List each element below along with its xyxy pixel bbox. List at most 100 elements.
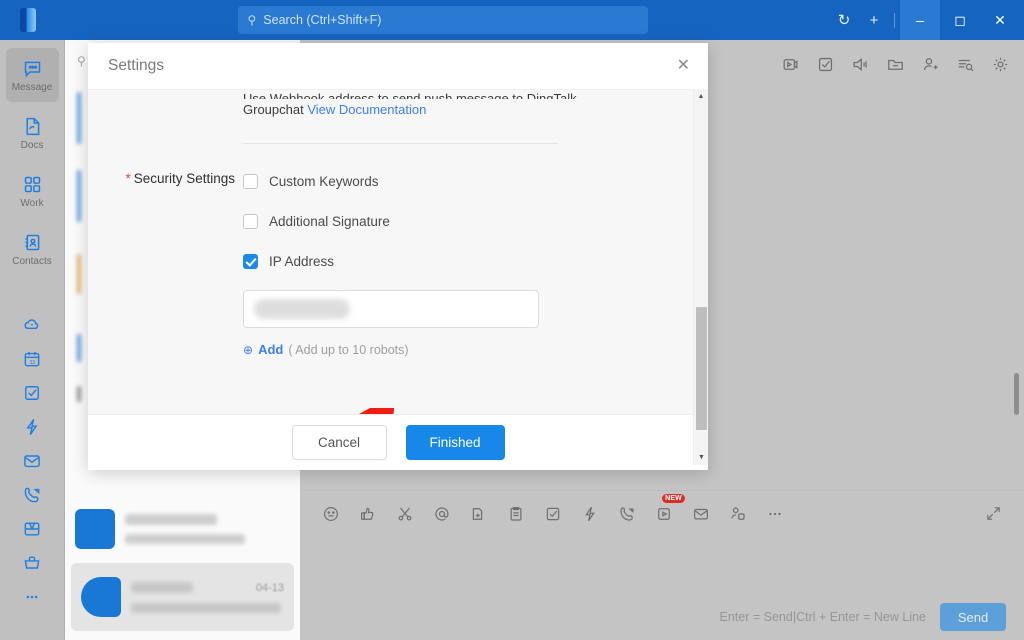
plus-circle-icon[interactable]: ⊕ xyxy=(243,343,253,357)
name-redacted xyxy=(125,514,217,525)
clipboard-icon[interactable] xyxy=(507,505,525,523)
task-check-icon[interactable] xyxy=(816,55,835,74)
label-custom-keywords: Custom Keywords xyxy=(269,174,379,189)
new-badge: NEW xyxy=(662,493,685,503)
add-person-icon[interactable] xyxy=(921,55,940,74)
ip-value-redacted xyxy=(254,299,350,319)
composer-toolbar: NEW xyxy=(300,490,1024,536)
calendar-icon[interactable]: 11 xyxy=(9,342,55,376)
dialog-footer: Cancel Finished xyxy=(88,414,708,470)
sidebar-item-docs[interactable]: Docs xyxy=(6,106,59,160)
preview-redacted xyxy=(131,602,281,613)
label-additional-signature: Additional Signature xyxy=(269,214,390,229)
option-additional-signature[interactable]: Additional Signature xyxy=(243,210,686,233)
lightning-icon[interactable] xyxy=(9,410,55,444)
add-button[interactable]: Add xyxy=(258,342,283,357)
add-robot-row: ⊕ Add ( Add up to 10 robots) xyxy=(243,342,686,357)
sidebar-label-docs: Docs xyxy=(20,139,44,151)
checkbox-ip-address[interactable] xyxy=(243,254,258,269)
close-icon[interactable]: ✕ xyxy=(677,58,690,74)
history-icon[interactable]: ↻ xyxy=(829,5,859,35)
section-divider xyxy=(243,143,558,144)
titlebar-actions: ↻ + – ◻ ✕ xyxy=(829,0,1024,40)
list-item-date: 04-13 xyxy=(255,581,284,594)
thumbs-up-icon[interactable] xyxy=(359,505,377,523)
search-input[interactable]: ⚲ Search (Ctrl+Shift+F) xyxy=(237,6,648,34)
option-custom-keywords[interactable]: Custom Keywords xyxy=(243,170,686,193)
minimize-icon[interactable]: – xyxy=(900,0,940,40)
sidebar-label-message: Message xyxy=(11,81,53,93)
mention-icon[interactable] xyxy=(433,505,451,523)
description-line-2: Groupchat View Documentation xyxy=(243,99,686,121)
composer-footer: Enter = Send|Ctrl + Enter = New Line Sen… xyxy=(300,594,1024,640)
briefcase-icon[interactable] xyxy=(9,546,55,580)
cloud-icon[interactable] xyxy=(9,308,55,342)
dialog-scroll-content: Use Webhook address to send push message… xyxy=(88,90,686,357)
left-nav-rail: Message Docs Work Contacts 11 xyxy=(0,40,65,640)
sidebar-label-contacts: Contacts xyxy=(12,255,52,267)
message-scrollbar[interactable] xyxy=(1014,373,1019,415)
red-arrow-icon xyxy=(341,408,394,414)
group-icon[interactable] xyxy=(729,505,747,523)
list-item-row xyxy=(125,514,290,525)
view-documentation-link[interactable]: View Documentation xyxy=(307,102,426,117)
drive-icon[interactable] xyxy=(9,512,55,546)
add-note: ( Add up to 10 robots) xyxy=(288,342,409,357)
list-item[interactable] xyxy=(65,495,300,563)
expand-icon[interactable] xyxy=(985,505,1002,522)
task-check-icon[interactable] xyxy=(9,376,55,410)
cancel-button[interactable]: Cancel xyxy=(291,425,387,460)
svg-text:11: 11 xyxy=(30,360,36,366)
task-check-icon[interactable] xyxy=(544,505,562,523)
sidebar-item-message[interactable]: Message xyxy=(5,48,59,102)
search-list-icon[interactable] xyxy=(956,55,975,74)
maximize-icon[interactable]: ◻ xyxy=(940,0,980,40)
caret-down-icon[interactable]: ▼ xyxy=(694,450,709,465)
security-options: Custom Keywords Additional Signature IP … xyxy=(243,170,686,357)
message-input[interactable] xyxy=(300,536,1024,594)
sidebar-item-contacts[interactable]: Contacts xyxy=(6,222,59,276)
plus-icon[interactable]: + xyxy=(859,5,889,35)
finished-button[interactable]: Finished xyxy=(405,425,505,460)
work-grid-icon xyxy=(22,174,43,195)
scissors-icon[interactable] xyxy=(396,505,414,523)
file-add-icon[interactable] xyxy=(470,505,488,523)
video-play-icon[interactable]: NEW xyxy=(655,493,685,523)
caret-up-icon[interactable]: ▲ xyxy=(694,89,708,104)
send-button[interactable]: Send xyxy=(940,603,1006,631)
preview-redacted xyxy=(125,534,245,544)
phone-call-icon[interactable] xyxy=(618,505,636,523)
lightning-icon[interactable] xyxy=(581,505,599,523)
announce-icon[interactable] xyxy=(851,55,870,74)
video-icon[interactable] xyxy=(781,55,800,74)
security-settings-text: Security Settings xyxy=(133,171,235,186)
list-item-body xyxy=(125,514,290,544)
sidebar-item-work[interactable]: Work xyxy=(6,164,59,218)
scrollbar-thumb[interactable] xyxy=(696,307,707,430)
search-icon: ⚲ xyxy=(77,54,86,68)
dingtalk-logo-icon xyxy=(20,8,36,32)
app-root: ⚲ Search (Ctrl+Shift+F) ↻ + – ◻ ✕ Messag… xyxy=(0,0,1024,640)
folder-icon[interactable] xyxy=(886,55,905,74)
phone-call-icon[interactable] xyxy=(9,478,55,512)
more-dots-icon[interactable] xyxy=(9,580,55,614)
more-dots-icon[interactable] xyxy=(766,505,784,523)
message-icon xyxy=(22,58,43,79)
list-item[interactable]: 04-13 xyxy=(71,563,294,631)
option-ip-address[interactable]: IP Address xyxy=(243,250,686,273)
close-icon[interactable]: ✕ xyxy=(980,0,1020,40)
dialog-scrollbar[interactable]: ▲ ▼ xyxy=(693,89,708,465)
gear-icon[interactable] xyxy=(991,55,1010,74)
checkbox-additional-signature[interactable] xyxy=(243,214,258,229)
mail-icon[interactable] xyxy=(692,505,710,523)
emoji-icon[interactable] xyxy=(322,505,340,523)
ip-address-input[interactable] xyxy=(243,290,539,328)
global-search-area: ⚲ Search (Ctrl+Shift+F) xyxy=(56,6,829,34)
window-titlebar: ⚲ Search (Ctrl+Shift+F) ↻ + – ◻ ✕ xyxy=(0,0,1024,40)
checkbox-custom-keywords[interactable] xyxy=(243,174,258,189)
search-placeholder: Search (Ctrl+Shift+F) xyxy=(263,13,382,27)
mail-icon[interactable] xyxy=(9,444,55,478)
list-item[interactable]: -22 xyxy=(65,631,300,640)
dialog-title: Settings xyxy=(108,57,165,74)
security-settings-label: * Security Settings xyxy=(88,171,243,186)
